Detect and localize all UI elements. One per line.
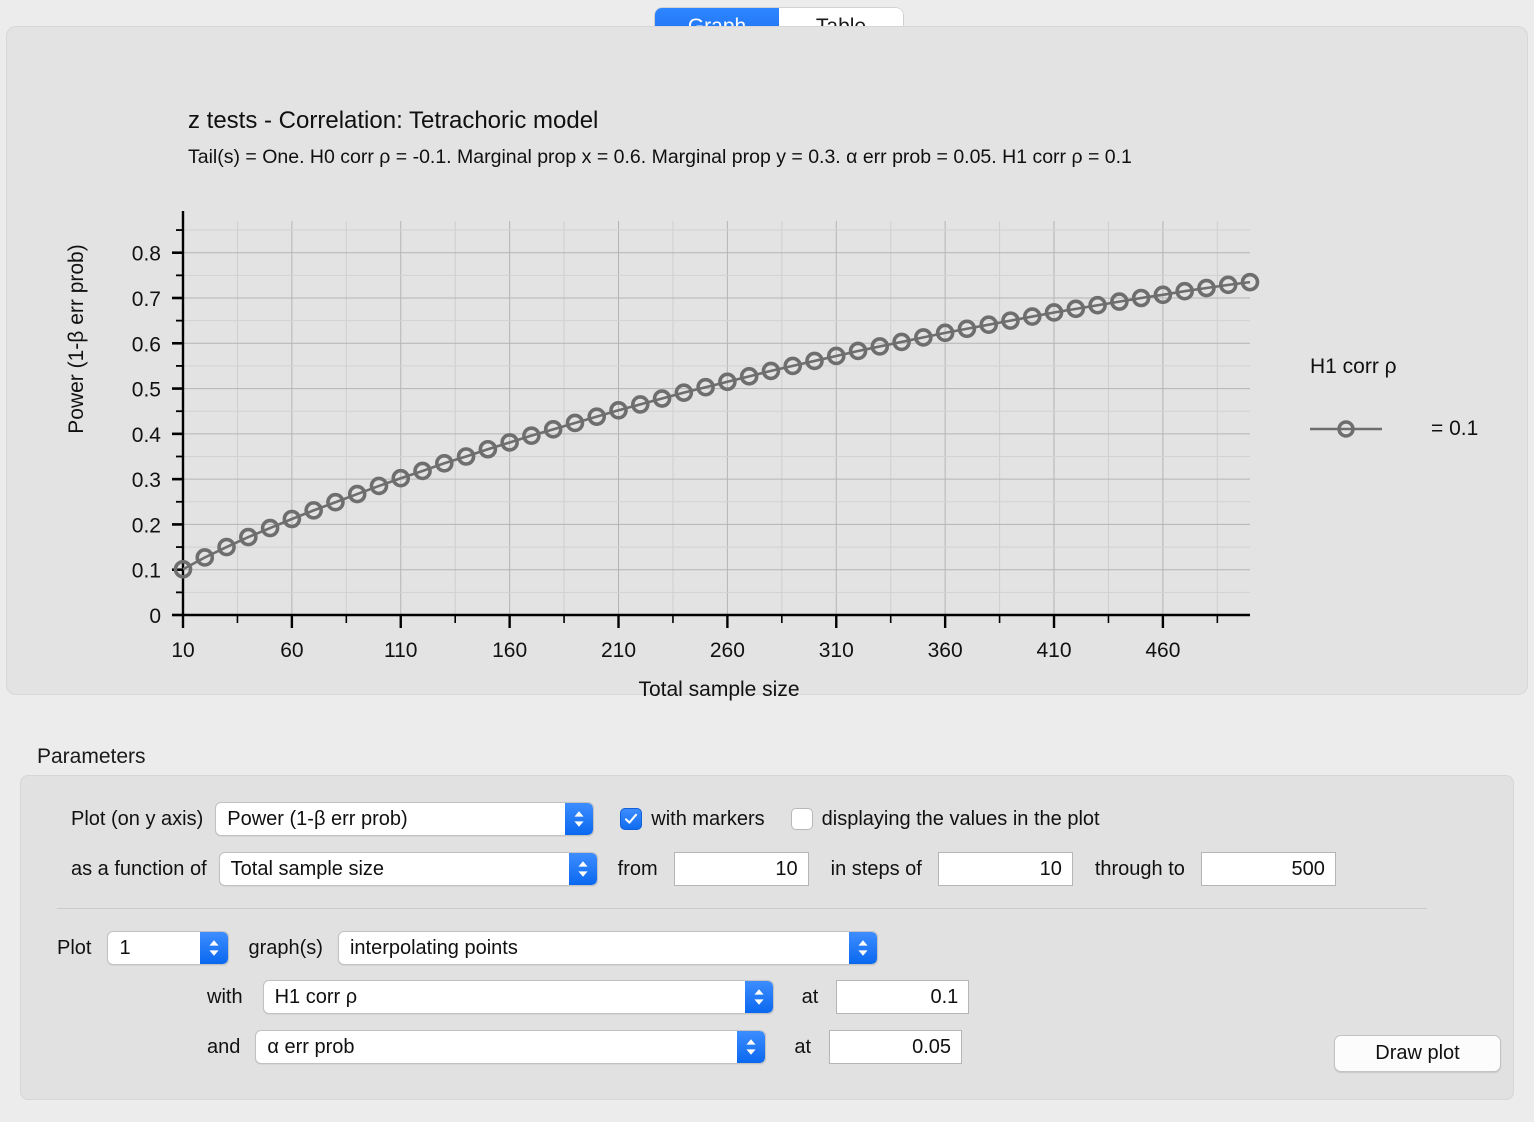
chevron-updown-icon[interactable]: [565, 803, 594, 835]
with-markers-label[interactable]: with markers: [651, 808, 764, 831]
from-label: from: [617, 857, 658, 880]
plot-count-value: 1: [119, 936, 131, 959]
svg-text:210: 210: [601, 639, 636, 662]
svg-text:0.1: 0.1: [132, 560, 161, 583]
and-parameter-value: α err prob: [267, 1035, 355, 1058]
in-steps-of-label: in steps of: [830, 857, 922, 880]
legend-entry: = 0.1: [1310, 417, 1478, 441]
as-function-of-row: as a function of Total sample size from …: [71, 852, 1336, 886]
graph-style-select[interactable]: interpolating points: [337, 931, 878, 965]
plot-graphs-row: Plot 1 graph(s) interpolating points: [57, 931, 878, 965]
with-at-input[interactable]: 0.1: [836, 980, 970, 1014]
plot-count-label: Plot: [57, 936, 92, 959]
with-label: with: [207, 985, 243, 1008]
with-parameter-row: with H1 corr ρ at 0.1: [207, 980, 970, 1014]
parameters-heading: Parameters: [37, 745, 146, 768]
svg-text:410: 410: [1036, 639, 1071, 662]
svg-text:10: 10: [171, 639, 194, 662]
svg-text:260: 260: [710, 639, 745, 662]
and-at-label: at: [794, 1035, 812, 1058]
and-parameter-row: and α err prob at 0.05: [207, 1030, 963, 1064]
with-parameter-select[interactable]: H1 corr ρ: [262, 980, 774, 1014]
legend-entry-label: = 0.1: [1431, 417, 1479, 440]
steps-value: 10: [1039, 857, 1062, 880]
chevron-updown-icon[interactable]: [568, 853, 597, 885]
and-label: and: [207, 1035, 241, 1058]
with-markers-checkbox[interactable]: [620, 808, 643, 830]
and-at-input[interactable]: 0.05: [829, 1030, 963, 1064]
parameters-panel: Plot (on y axis) Power (1-β err prob) wi…: [20, 775, 1514, 1100]
svg-text:0.4: 0.4: [132, 424, 162, 447]
svg-text:0.7: 0.7: [132, 288, 161, 311]
svg-text:0.6: 0.6: [132, 333, 161, 356]
svg-text:0.5: 0.5: [132, 379, 161, 402]
and-parameter-select[interactable]: α err prob: [255, 1030, 767, 1064]
parameters-divider: [57, 908, 1427, 909]
with-parameter-value: H1 corr ρ: [274, 985, 358, 1008]
through-to-label: through to: [1094, 857, 1185, 880]
as-function-of-label: as a function of: [71, 857, 207, 880]
as-function-of-select[interactable]: Total sample size: [218, 852, 598, 886]
from-value: 10: [775, 857, 798, 880]
plot-count-stepper[interactable]: 1: [107, 931, 230, 965]
legend-swatch-icon: [1310, 420, 1382, 438]
draw-plot-button[interactable]: Draw plot: [1334, 1035, 1501, 1072]
plot-y-axis-value: Power (1-β err prob): [227, 807, 408, 830]
check-icon: [625, 813, 638, 824]
through-value: 500: [1291, 857, 1325, 880]
svg-text:0.3: 0.3: [132, 469, 161, 492]
legend-title: H1 corr ρ: [1310, 355, 1397, 378]
display-values-label[interactable]: displaying the values in the plot: [822, 808, 1100, 831]
plot-y-axis-label: Plot (on y axis): [71, 807, 204, 830]
chevron-updown-icon[interactable]: [200, 932, 229, 964]
graph-style-value: interpolating points: [349, 936, 518, 959]
display-values-checkbox[interactable]: [790, 808, 813, 830]
svg-text:360: 360: [928, 639, 963, 662]
graphs-label: graph(s): [248, 936, 323, 959]
svg-text:60: 60: [280, 639, 303, 662]
chevron-updown-icon[interactable]: [737, 1031, 766, 1063]
svg-text:110: 110: [384, 639, 417, 662]
plot-y-axis-row: Plot (on y axis) Power (1-β err prob) wi…: [71, 802, 1100, 836]
steps-input[interactable]: 10: [937, 852, 1073, 886]
with-at-label: at: [801, 985, 819, 1008]
svg-text:0.2: 0.2: [132, 514, 161, 537]
through-input[interactable]: 500: [1200, 852, 1336, 886]
and-at-value: 0.05: [912, 1035, 952, 1058]
plot-y-axis-select[interactable]: Power (1-β err prob): [215, 802, 595, 836]
power-curve-plot: 0 0.1 0.2 0.3 0.4 0.5 0.6 0.7 0.8 10 60 110 160 210 26…: [132, 211, 1260, 662]
from-input[interactable]: 10: [673, 852, 809, 886]
as-function-of-value: Total sample size: [230, 857, 385, 880]
svg-text:0.8: 0.8: [132, 243, 161, 266]
chevron-updown-icon[interactable]: [848, 932, 877, 964]
svg-text:160: 160: [492, 639, 527, 662]
chevron-updown-icon[interactable]: [744, 981, 773, 1013]
svg-text:310: 310: [819, 639, 854, 662]
svg-text:0: 0: [149, 605, 161, 628]
svg-text:460: 460: [1145, 639, 1180, 662]
draw-plot-label: Draw plot: [1375, 1042, 1460, 1064]
graph-panel: z tests - Correlation: Tetrachoric model…: [6, 26, 1528, 701]
with-at-value: 0.1: [930, 985, 959, 1008]
